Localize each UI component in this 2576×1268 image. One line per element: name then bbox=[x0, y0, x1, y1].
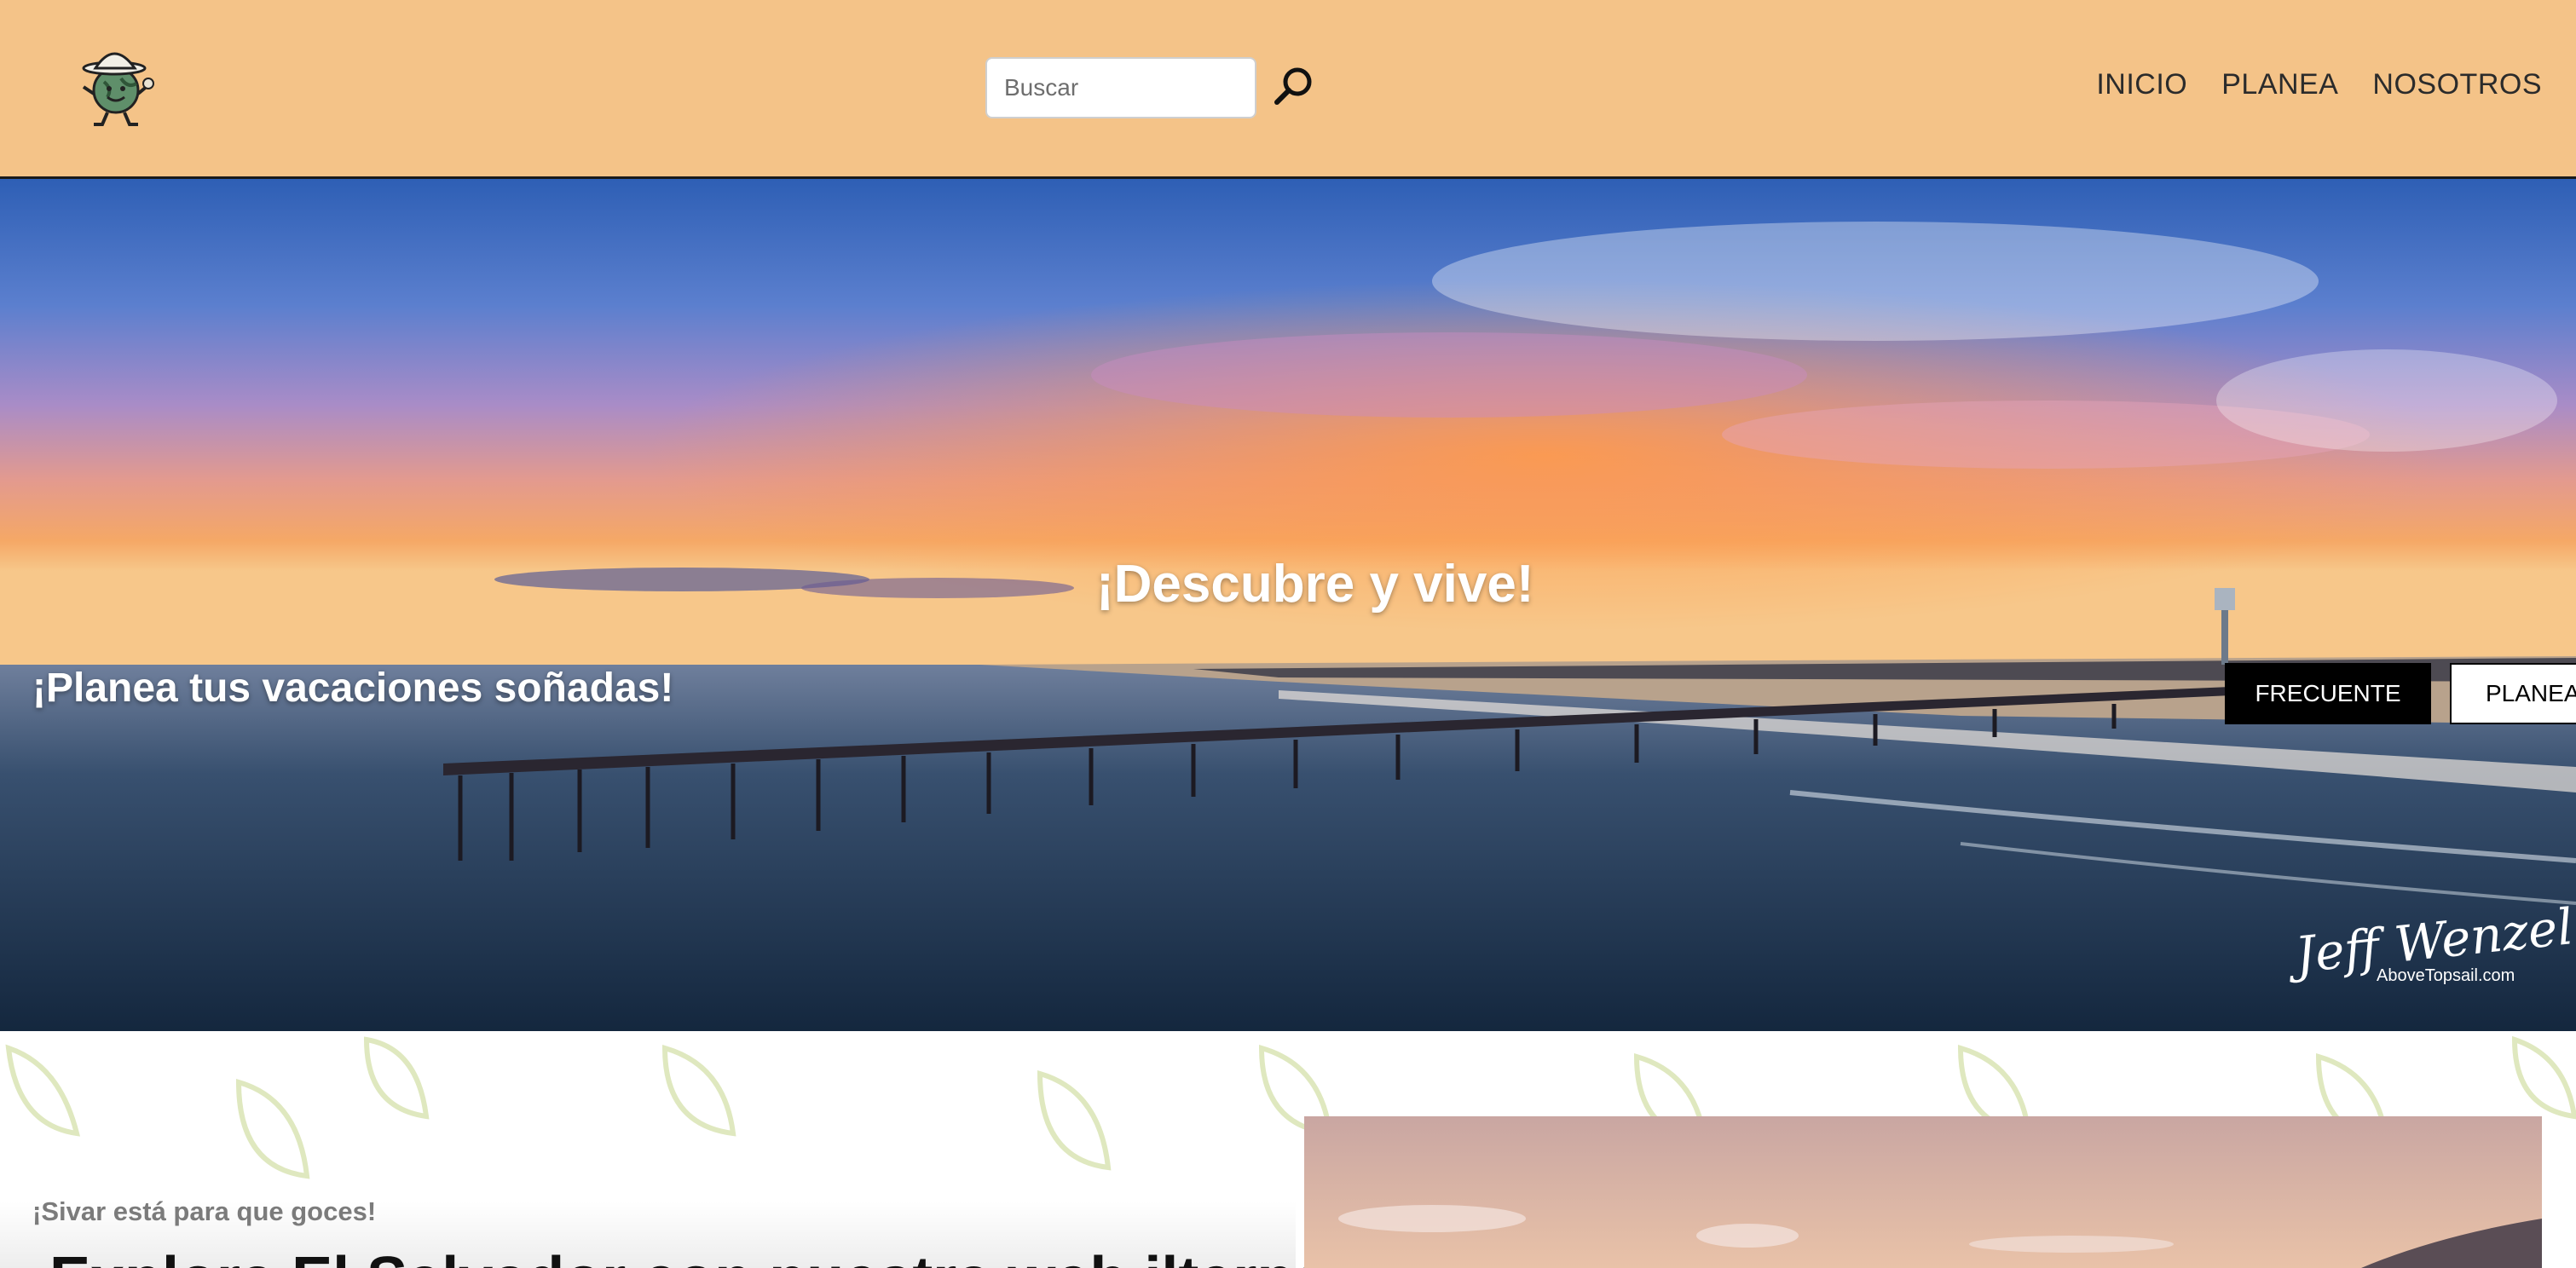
hero-banner: ¡Descubre y vive! ¡Planea tus vacaciones… bbox=[0, 179, 2576, 1031]
coast-sunset-photo bbox=[1304, 1116, 2542, 1268]
intro-section: ¡Sivar está para que goces! Explora El S… bbox=[0, 1031, 2576, 1268]
main-nav: INICIO PLANEA NOSOTROS bbox=[2096, 68, 2542, 101]
nav-nosotros[interactable]: NOSOTROS bbox=[2372, 68, 2542, 101]
magnifier-icon bbox=[1274, 67, 1312, 105]
planea-button[interactable]: PLANEA bbox=[2450, 663, 2576, 724]
mascot-logo-icon[interactable] bbox=[73, 44, 167, 130]
frecuente-button[interactable]: FRECUENTE bbox=[2225, 663, 2431, 724]
intro-heading: Explora El Salvador con nuestra web ilte… bbox=[49, 1244, 1435, 1268]
hero-subtitle: ¡Planea tus vacaciones soñadas! bbox=[32, 666, 674, 711]
search-input[interactable] bbox=[985, 57, 1256, 118]
nav-planea[interactable]: PLANEA bbox=[2221, 68, 2338, 101]
site-header: INICIO PLANEA NOSOTROS bbox=[0, 0, 2576, 179]
intro-tagline: ¡Sivar está para que goces! bbox=[32, 1196, 377, 1226]
photo-credit-site: AboveTopsail.com bbox=[2377, 966, 2515, 985]
hero-title: ¡Descubre y vive! bbox=[1096, 555, 1534, 614]
search-button[interactable] bbox=[1270, 63, 1318, 111]
nav-inicio[interactable]: INICIO bbox=[2096, 68, 2187, 101]
